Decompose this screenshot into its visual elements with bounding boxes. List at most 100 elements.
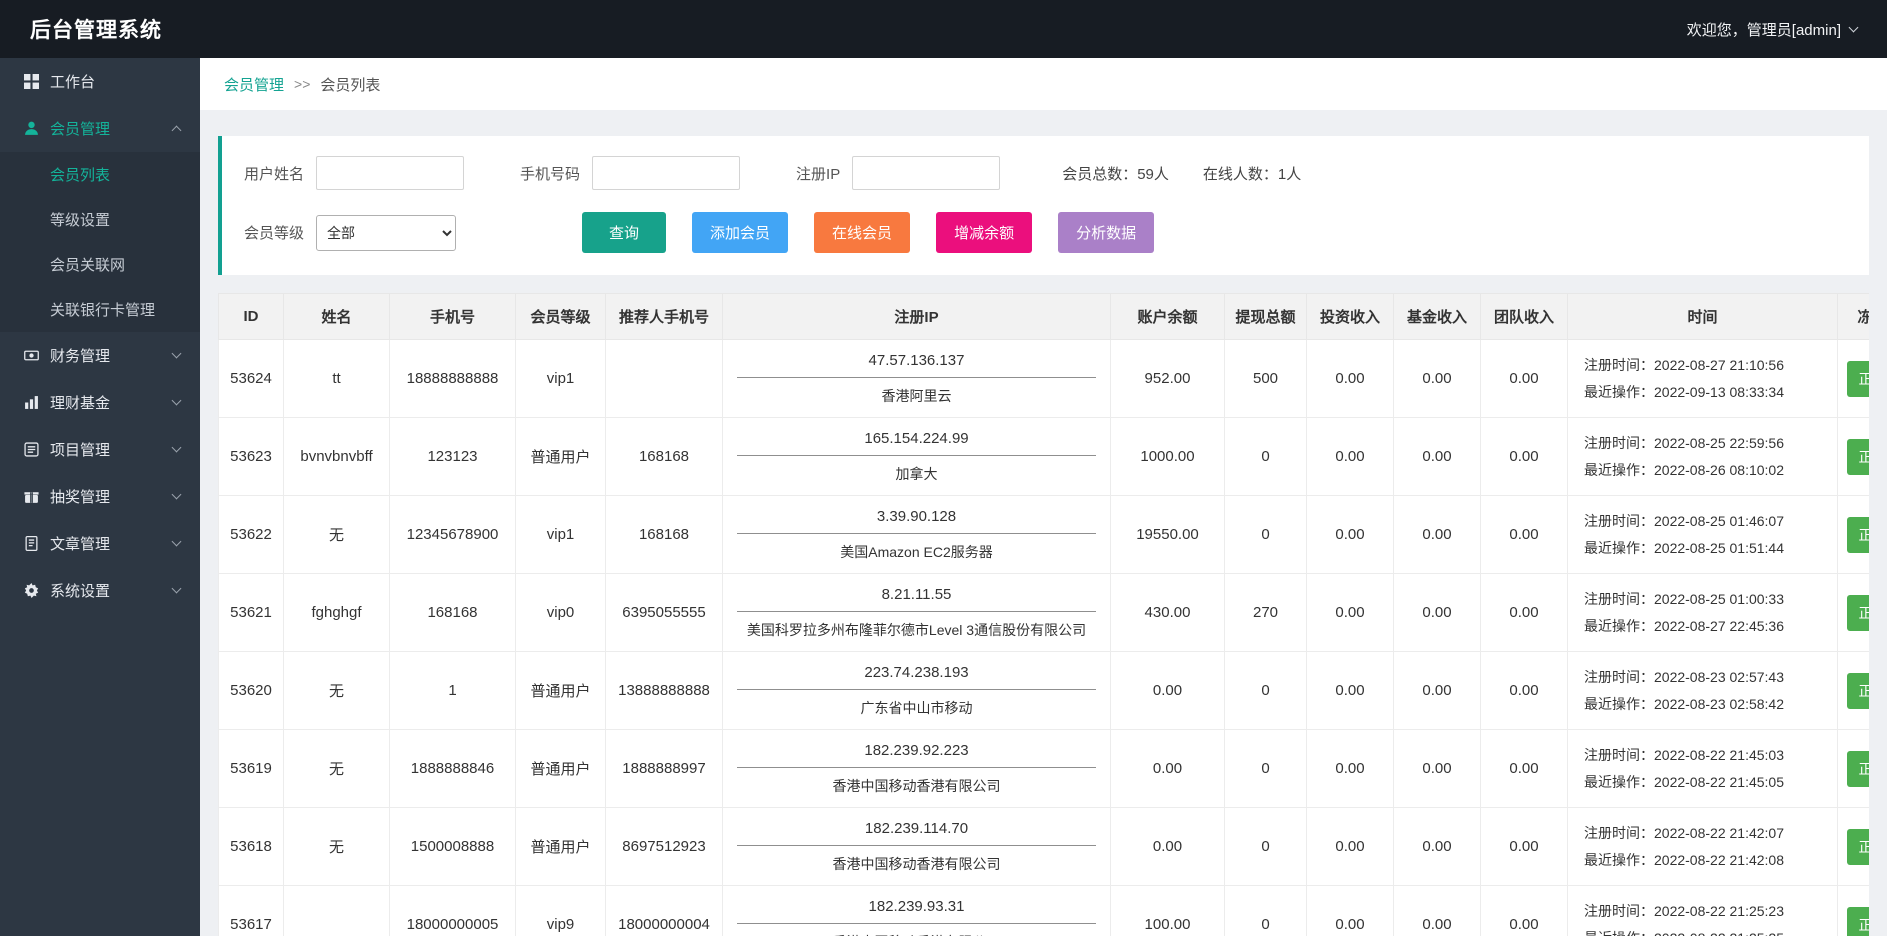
sidebar-item-3[interactable]: 理财基金 xyxy=(0,379,200,426)
sidebar: 工作台会员管理会员列表等级设置会员关联网关联银行卡管理财务管理理财基金项目管理抽… xyxy=(0,58,200,936)
filter-row-2: 会员等级 全部 查询 添加会员 在线会员 增减余额 分析数据 xyxy=(244,212,1847,253)
cell-invest-income: 0.00 xyxy=(1307,730,1394,808)
cell-status: 正常 xyxy=(1838,808,1870,886)
cell-balance: 100.00 xyxy=(1111,886,1225,936)
cell-phone: 168168 xyxy=(390,574,516,652)
cell-level: vip0 xyxy=(516,574,606,652)
ip-address: 47.57.136.137 xyxy=(737,352,1096,378)
cell-team-income: 0.00 xyxy=(1481,886,1568,936)
cell-balance: 0.00 xyxy=(1111,730,1225,808)
cell-register-ip: 47.57.136.137 香港阿里云 xyxy=(723,340,1111,418)
cell-phone: 123123 xyxy=(390,418,516,496)
cell-referrer-phone: 168168 xyxy=(606,496,723,574)
sidebar-item-7[interactable]: 系统设置 xyxy=(0,567,200,614)
fund-icon xyxy=(24,395,39,410)
breadcrumb-parent-link[interactable]: 会员管理 xyxy=(224,74,284,95)
cell-invest-income: 0.00 xyxy=(1307,340,1394,418)
phone-input[interactable] xyxy=(592,156,740,190)
sidebar-item-label: 项目管理 xyxy=(50,439,162,460)
sidebar-item-0[interactable]: 工作台 xyxy=(0,58,200,105)
last-operate-time: 最近操作：2022-09-13 08:33:34 xyxy=(1584,379,1833,406)
cell-fund-income: 0.00 xyxy=(1394,340,1481,418)
column-header: 账户余额 xyxy=(1111,294,1225,340)
cell-fund-income: 0.00 xyxy=(1394,730,1481,808)
status-normal-button[interactable]: 正常 xyxy=(1847,517,1870,553)
ip-address: 182.239.114.70 xyxy=(737,820,1096,846)
welcome-text: 欢迎您，管理员[admin] xyxy=(1687,19,1841,40)
column-header: 推荐人手机号 xyxy=(606,294,723,340)
user-menu[interactable]: 欢迎您，管理员[admin] xyxy=(1687,19,1857,40)
column-header: 时间 xyxy=(1568,294,1838,340)
status-normal-button[interactable]: 正常 xyxy=(1847,361,1870,397)
sidebar-item-label: 抽奖管理 xyxy=(50,486,162,507)
username-input[interactable] xyxy=(316,156,464,190)
ip-location: 香港阿里云 xyxy=(727,386,1106,406)
sidebar-subitem[interactable]: 等级设置 xyxy=(0,197,200,242)
cell-team-income: 0.00 xyxy=(1481,496,1568,574)
cell-register-ip: 165.154.224.99加拿大 xyxy=(723,418,1111,496)
sidebar-subitem[interactable]: 关联银行卡管理 xyxy=(0,287,200,332)
table-row: 53618无1500008888普通用户8697512923182.239.11… xyxy=(219,808,1870,886)
status-normal-button[interactable]: 正常 xyxy=(1847,673,1870,709)
last-operate-time: 最近操作：2022-08-22 21:45:05 xyxy=(1584,769,1833,796)
cell-register-ip: 3.39.90.128美国Amazon EC2服务器 xyxy=(723,496,1111,574)
register-ip-input[interactable] xyxy=(852,156,1000,190)
cell-id: 53620 xyxy=(219,652,284,730)
status-normal-button[interactable]: 正常 xyxy=(1847,907,1870,936)
status-normal-button[interactable]: 正常 xyxy=(1847,595,1870,631)
cell-team-income: 0.00 xyxy=(1481,730,1568,808)
status-normal-button[interactable]: 正常 xyxy=(1847,829,1870,865)
cell-time: 注册时间：2022-08-25 01:46:07最近操作：2022-08-25 … xyxy=(1568,496,1838,574)
sidebar-item-6[interactable]: 文章管理 xyxy=(0,520,200,567)
column-header: 会员等级 xyxy=(516,294,606,340)
column-header: 注册IP xyxy=(723,294,1111,340)
cell-name: 无 xyxy=(284,496,390,574)
register-time: 注册时间：2022-08-25 01:00:33 xyxy=(1584,586,1833,613)
chevron-down-icon xyxy=(172,396,182,406)
action-buttons: 查询 添加会员 在线会员 增减余额 分析数据 xyxy=(582,212,1154,253)
breadcrumb: 会员管理 >> 会员列表 xyxy=(200,58,1887,110)
sidebar-item-1[interactable]: 会员管理 xyxy=(0,105,200,152)
settings-icon xyxy=(24,583,39,598)
sidebar-item-5[interactable]: 抽奖管理 xyxy=(0,473,200,520)
sidebar-item-label: 理财基金 xyxy=(50,392,162,413)
ip-address: 3.39.90.128 xyxy=(737,508,1096,534)
cell-withdraw-total: 0 xyxy=(1225,730,1307,808)
analyze-data-button[interactable]: 分析数据 xyxy=(1058,212,1154,253)
cell-name: 无 xyxy=(284,652,390,730)
status-normal-button[interactable]: 正常 xyxy=(1847,439,1870,475)
cell-status: 正常 xyxy=(1838,886,1870,936)
status-normal-button[interactable]: 正常 xyxy=(1847,751,1870,787)
adjust-balance-button[interactable]: 增减余额 xyxy=(936,212,1032,253)
cell-level: vip1 xyxy=(516,340,606,418)
cell-team-income: 0.00 xyxy=(1481,652,1568,730)
sidebar-item-4[interactable]: 项目管理 xyxy=(0,426,200,473)
cell-register-ip: 223.74.238.193广东省中山市移动 xyxy=(723,652,1111,730)
column-header: 冻结 xyxy=(1838,294,1870,340)
search-button[interactable]: 查询 xyxy=(582,212,666,253)
last-operate-time: 最近操作：2022-08-26 08:10:02 xyxy=(1584,457,1833,484)
sidebar-item-label: 财务管理 xyxy=(50,345,162,366)
sidebar-item-2[interactable]: 财务管理 xyxy=(0,332,200,379)
ip-location: 广东省中山市移动 xyxy=(727,698,1106,718)
app-title: 后台管理系统 xyxy=(30,14,162,44)
last-operate-time: 最近操作：2022-08-23 02:58:42 xyxy=(1584,691,1833,718)
sidebar-menu: 工作台会员管理会员列表等级设置会员关联网关联银行卡管理财务管理理财基金项目管理抽… xyxy=(0,58,200,614)
sidebar-subitem[interactable]: 会员列表 xyxy=(0,152,200,197)
register-time: 注册时间：2022-08-22 21:45:03 xyxy=(1584,742,1833,769)
chevron-up-icon xyxy=(172,126,182,136)
add-member-button[interactable]: 添加会员 xyxy=(692,212,788,253)
column-header: 投资收入 xyxy=(1307,294,1394,340)
sidebar-subitem[interactable]: 会员关联网 xyxy=(0,242,200,287)
sidebar-item-label: 文章管理 xyxy=(50,533,162,554)
online-members-button[interactable]: 在线会员 xyxy=(814,212,910,253)
cell-team-income: 0.00 xyxy=(1481,574,1568,652)
cell-phone: 1500008888 xyxy=(390,808,516,886)
content-area: 用户姓名 手机号码 注册IP 会员总数：59人 在线人数：1人 xyxy=(200,110,1887,936)
member-level-select[interactable]: 全部 xyxy=(316,215,456,251)
cell-phone: 1 xyxy=(390,652,516,730)
cell-register-ip: 182.239.114.70 香港中国移动香港有限公司 xyxy=(723,808,1111,886)
ip-location: 香港中国移动香港有限公司 xyxy=(727,854,1106,874)
project-icon xyxy=(24,442,39,457)
register-time: 注册时间：2022-08-22 21:42:07 xyxy=(1584,820,1833,847)
